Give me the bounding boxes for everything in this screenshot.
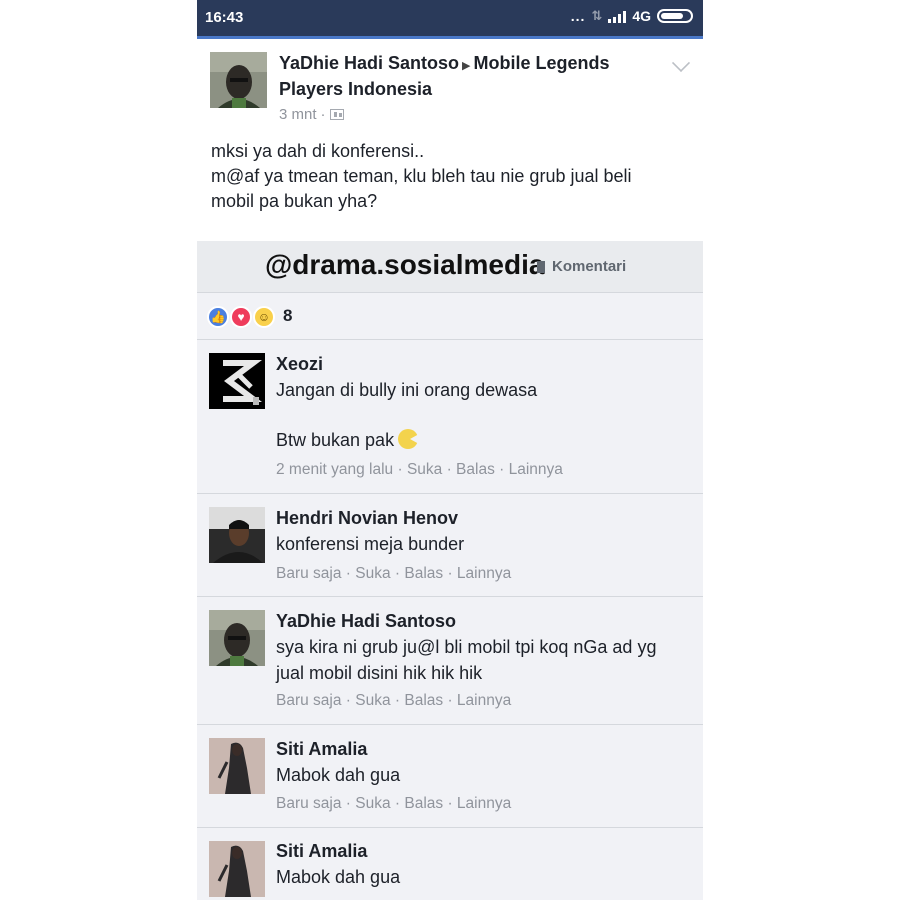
post-card: YaDhie Hadi Santoso ▶ Mobile Legends Playe… [197, 39, 703, 241]
yadhie-avatar-image [209, 610, 265, 666]
comment-text-line: Jangan di bully ini orang dewasa [276, 380, 538, 400]
comment-item: Hendri Novian Henov konferensi meja bund… [197, 495, 703, 597]
avatar[interactable] [210, 52, 267, 108]
chevron-down-icon[interactable] [671, 53, 691, 73]
notification-dots: ... [570, 8, 586, 24]
siti-avatar-image [209, 841, 265, 897]
avatar[interactable] [209, 507, 265, 563]
comment-text: konferensi meja bunder [276, 531, 696, 557]
comment-meta[interactable]: Baru saja · Suka · Balas · Lainnya [276, 795, 511, 813]
data-arrows-icon: ⇅ [591, 8, 603, 23]
post-timestamp[interactable]: 3 mnt [279, 106, 317, 123]
love-reaction-icon: ♥ [230, 306, 252, 328]
phone-screen: 16:43 ... ⇅ 4G YaDhie Hadi Santoso ▶ Mobil [197, 0, 703, 900]
avatar[interactable] [209, 610, 265, 666]
commenter-name[interactable]: Xeozi [276, 354, 323, 375]
meta-separator: · [320, 106, 326, 123]
comment-text-line: jual mobil disini hik hik hik [276, 663, 483, 683]
avatar[interactable] [209, 841, 265, 897]
commenter-name[interactable]: Siti Amalia [276, 841, 367, 862]
post-author-link[interactable]: YaDhie Hadi Santoso [279, 53, 459, 73]
post-meta: 3 mnt · [279, 106, 344, 123]
commenter-name[interactable]: Siti Amalia [276, 739, 367, 760]
comment-text: Mabok dah gua [276, 762, 696, 788]
post-header: YaDhie Hadi Santoso ▶ Mobile Legends Playe… [279, 52, 649, 101]
reaction-count: 8 [283, 306, 293, 325]
post-text-line: mobil pa bukan yha? [211, 191, 378, 211]
comment-item: Xeozi Jangan di bully ini orang dewasa B… [197, 341, 703, 494]
signal-icon [608, 10, 627, 23]
comment-text-line: sya kira ni grub ju@l bli mobil tpi koq … [276, 637, 657, 657]
share-arrow-icon: ▶ [462, 60, 471, 72]
commenter-name[interactable]: Hendri Novian Henov [276, 508, 458, 529]
avatar[interactable] [209, 738, 265, 794]
comment-icon[interactable] [537, 261, 545, 273]
action-bar: @drama.sosialmedia Komentari [197, 241, 703, 293]
watermark-text: @drama.sosialmedia [265, 249, 545, 280]
comment-meta[interactable]: 2 menit yang lalu · Suka · Balas · Lainn… [276, 461, 563, 479]
comment-item: YaDhie Hadi Santoso sya kira ni grub ju@… [197, 598, 703, 725]
comment-meta[interactable]: Baru saja · Suka · Balas · Lainnya [276, 692, 511, 710]
clock: 16:43 [205, 9, 244, 26]
group-privacy-icon [329, 109, 344, 120]
status-bar: 16:43 ... ⇅ 4G [197, 0, 703, 36]
status-icons: ... ⇅ 4G [571, 8, 693, 24]
comment-button[interactable]: Komentari [552, 258, 626, 275]
comment-text-line: Mabok dah gua [276, 765, 401, 785]
comment-text: Jangan di bully ini orang dewasa Btw buk… [276, 377, 696, 453]
comment-meta[interactable]: Baru saja · Suka · Balas · Lainnya [276, 565, 511, 583]
avatar[interactable] [209, 353, 265, 409]
comment-item: Siti Amalia Mabok dah gua Baru saja · Su… [197, 726, 703, 828]
like-reaction-icon: 👍 [207, 306, 229, 328]
xeozi-avatar-image [209, 353, 265, 409]
comment-text-line: Btw bukan pak [276, 427, 696, 453]
comment-text-fragment: Btw bukan pak [276, 430, 395, 450]
reactions-summary[interactable]: 👍 ♥ ☺ 8 [197, 294, 703, 340]
comment-text: Mabok dah gua [276, 864, 696, 890]
battery-icon [657, 9, 693, 23]
comment-text-line: konferensi meja bunder [276, 534, 465, 554]
commenter-name[interactable]: YaDhie Hadi Santoso [276, 611, 456, 632]
comment-text-line: Mabok dah gua [276, 867, 401, 887]
haha-reaction-icon: ☺ [253, 306, 275, 328]
comment-item: Siti Amalia Mabok dah gua [197, 829, 703, 900]
comment-blank-line [276, 403, 696, 427]
siti-avatar-image [209, 738, 265, 794]
hendri-avatar-image [209, 507, 265, 563]
post-body: mksi ya dah di konferensi.. m@af ya tmea… [211, 139, 691, 214]
author-avatar-image [210, 52, 267, 108]
pacman-emoji-icon [398, 429, 420, 449]
comment-text: sya kira ni grub ju@l bli mobil tpi koq … [276, 634, 696, 686]
post-text-line: mksi ya dah di konferensi.. [211, 141, 425, 161]
post-text-line: m@af ya tmean teman, klu bleh tau nie gr… [211, 166, 632, 186]
network-type: 4G [632, 8, 651, 24]
